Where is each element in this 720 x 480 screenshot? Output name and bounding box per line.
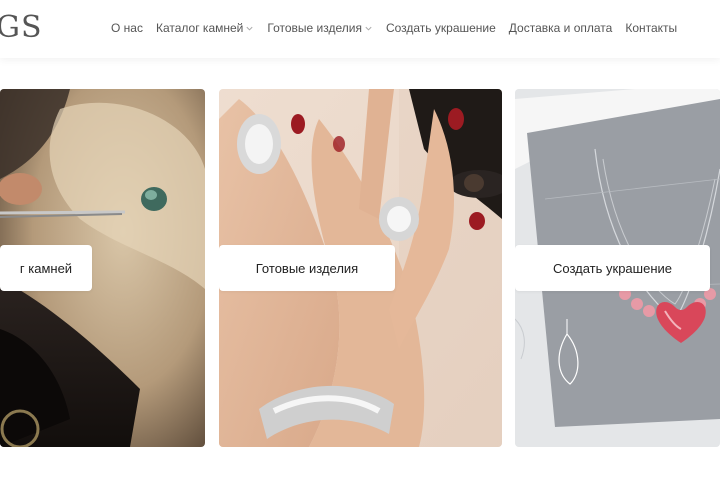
main-nav: О нас Каталог камней Готовые изделия Соз… <box>111 21 677 35</box>
nav-item-about[interactable]: О нас <box>111 21 143 35</box>
chevron-down-icon <box>364 24 373 33</box>
nav-item-create-jewelry[interactable]: Создать украшение <box>386 21 496 35</box>
category-card-label: Создать украшение <box>515 245 710 291</box>
nav-item-delivery-payment[interactable]: Доставка и оплата <box>509 21 613 35</box>
category-card-stone-catalog[interactable]: г камней <box>0 89 205 447</box>
nav-item-label: Доставка и оплата <box>508 21 613 35</box>
nav-item-label: Каталог камней <box>155 21 244 35</box>
nav-item-label: Готовые изделия <box>267 21 362 35</box>
nav-item-label: Создать украшение <box>385 21 496 35</box>
category-card-create-jewelry[interactable]: Создать украшение <box>515 89 720 447</box>
chevron-down-icon <box>245 24 254 33</box>
site-header: GS О нас Каталог камней Готовые изделия … <box>0 0 720 58</box>
category-card-label: Готовые изделия <box>219 245 395 291</box>
nav-item-ready-products[interactable]: Готовые изделия <box>267 21 373 35</box>
category-card-label: г камней <box>0 245 92 291</box>
site-logo[interactable]: GS <box>0 10 43 45</box>
nav-item-label: О нас <box>111 21 143 35</box>
category-card-ready-products[interactable]: Готовые изделия <box>219 89 502 447</box>
nav-item-stone-catalog[interactable]: Каталог камней <box>156 21 254 35</box>
nav-item-contacts[interactable]: Контакты <box>625 21 677 35</box>
nav-item-label: Контакты <box>625 21 678 35</box>
